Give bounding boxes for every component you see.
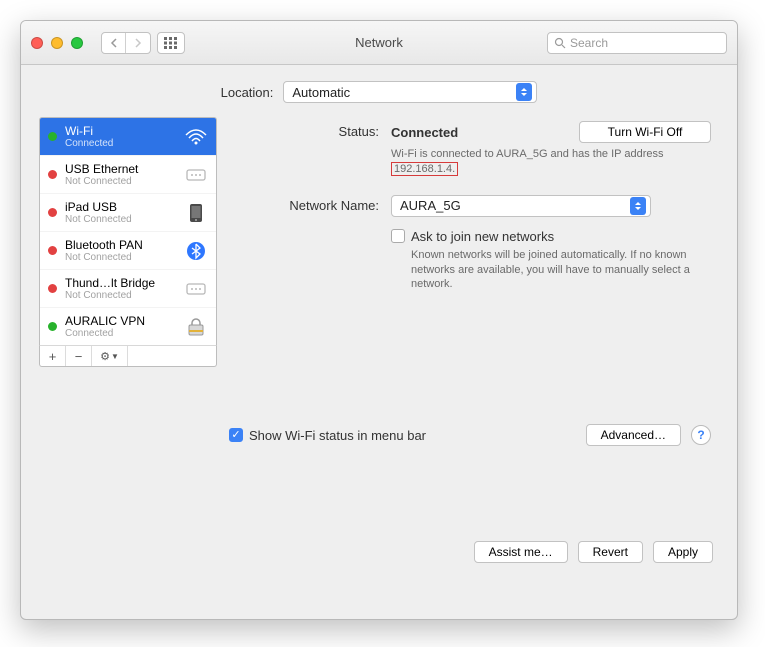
sidebar-item-bluetooth-pan[interactable]: Bluetooth PANNot Connected [40,232,216,270]
detail-pane: Status: Connected Turn Wi-Fi Off Wi-Fi i… [229,117,719,527]
minimize-button[interactable] [51,37,63,49]
forward-button[interactable] [126,33,150,53]
ask-to-join-checkbox[interactable]: Ask to join new networks [391,229,711,244]
close-button[interactable] [31,37,43,49]
ip-address-highlight: 192.168.1.4. [391,162,458,176]
window-controls [31,37,83,49]
sidebar-item-wi-fi[interactable]: Wi-FiConnected [40,118,216,156]
sidebar-footer: + − ⚙︎▼ [39,345,217,367]
ask-to-join-label: Ask to join new networks [411,229,554,244]
sidebar-item-status: Connected [65,328,176,339]
sidebar-item-ipad-usb[interactable]: iPad USBNot Connected [40,194,216,232]
advanced-button[interactable]: Advanced… [586,424,681,446]
status-dot-icon [48,132,57,141]
chevron-updown-icon [630,197,646,215]
search-icon [554,37,566,49]
sidebar-item-status: Not Connected [65,252,176,263]
network-prefs-window: Network Search Location: Automatic Wi-Fi… [20,20,738,620]
location-row: Location: Automatic [39,81,719,103]
zoom-button[interactable] [71,37,83,49]
checkbox-icon [391,229,405,243]
sidebar-item-status: Not Connected [65,214,176,225]
ethernet-icon [184,279,208,299]
lock-icon [184,317,208,337]
apply-button[interactable]: Apply [653,541,713,563]
sidebar-item-name: Thund…lt Bridge [65,276,176,290]
back-button[interactable] [102,33,126,53]
wifi-icon [184,127,208,147]
status-dot-icon [48,170,57,179]
network-name-value: AURA_5G [400,198,461,213]
help-button[interactable]: ? [691,425,711,445]
location-label: Location: [221,85,274,100]
revert-button[interactable]: Revert [578,541,643,563]
sidebar-item-thund-lt-bridge[interactable]: Thund…lt BridgeNot Connected [40,270,216,308]
ask-to-join-description: Known networks will be joined automatica… [411,248,711,293]
assist-button[interactable]: Assist me… [474,541,568,563]
sidebar-item-status: Not Connected [65,290,176,301]
device-icon [184,203,208,223]
location-select[interactable]: Automatic [283,81,537,103]
show-in-menu-bar-checkbox[interactable]: Show Wi-Fi status in menu bar [229,428,426,443]
action-row: Assist me… Revert Apply [39,541,719,563]
sidebar-item-name: USB Ethernet [65,162,176,176]
back-forward-buttons[interactable] [101,32,151,54]
sidebar-item-name: Wi-Fi [65,124,176,138]
search-input[interactable]: Search [547,32,727,54]
interface-list[interactable]: Wi-FiConnectedUSB EthernetNot Connectedi… [39,117,217,346]
location-value: Automatic [292,85,350,100]
network-name-label: Network Name: [229,195,379,213]
status-description: Wi-Fi is connected to AURA_5G and has th… [391,147,691,177]
show-in-menu-bar-label: Show Wi-Fi status in menu bar [249,428,426,443]
turn-wifi-off-button[interactable]: Turn Wi-Fi Off [579,121,711,143]
status-dot-icon [48,208,57,217]
chevron-updown-icon [516,83,532,101]
status-value: Connected [391,125,458,140]
titlebar: Network Search [21,21,737,65]
status-label: Status: [229,121,379,139]
checkbox-icon [229,428,243,442]
grid-icon [164,37,178,49]
sidebar-item-status: Not Connected [65,176,176,187]
sidebar-item-name: Bluetooth PAN [65,238,176,252]
status-dot-icon [48,284,57,293]
search-placeholder: Search [570,36,608,50]
status-dot-icon [48,246,57,255]
remove-interface-button[interactable]: − [66,346,92,366]
network-name-select[interactable]: AURA_5G [391,195,651,217]
interface-actions-menu[interactable]: ⚙︎▼ [92,346,128,366]
status-dot-icon [48,322,57,331]
content-area: Location: Automatic Wi-FiConnectedUSB Et… [21,65,737,577]
sidebar-item-status: Connected [65,138,176,149]
sidebar-item-auralic-vpn[interactable]: AURALIC VPNConnected [40,308,216,346]
nav-controls [101,32,185,54]
sidebar-item-name: AURALIC VPN [65,314,176,328]
add-interface-button[interactable]: + [40,346,66,366]
bluetooth-icon [184,241,208,261]
sidebar-item-name: iPad USB [65,200,176,214]
ethernet-icon [184,165,208,185]
sidebar-item-usb-ethernet[interactable]: USB EthernetNot Connected [40,156,216,194]
show-all-button[interactable] [157,32,185,54]
